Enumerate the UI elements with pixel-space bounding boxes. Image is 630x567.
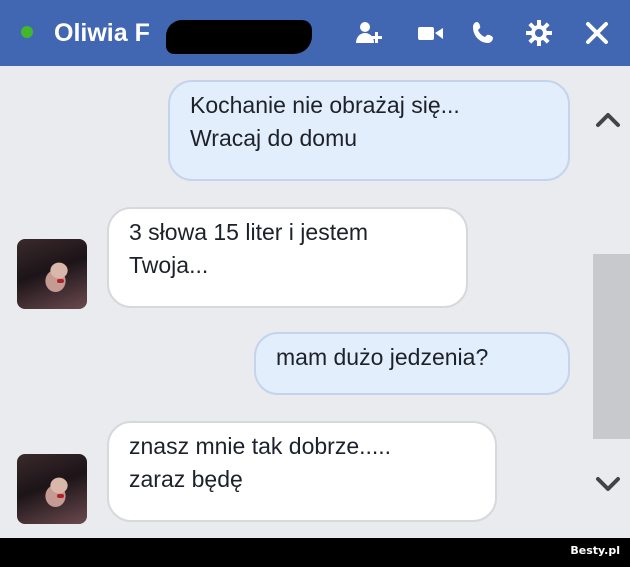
watermark-logo: Besty.pl <box>570 544 620 557</box>
message-list[interactable]: Kochanie nie obrażaj się... Wracaj do do… <box>0 66 630 538</box>
message-text: mam dużo jedzenia? <box>276 344 489 370</box>
chevron-down-icon[interactable] <box>588 469 628 499</box>
watermark-bar: Besty.pl <box>0 538 630 567</box>
add-friend-icon[interactable] <box>354 18 384 48</box>
message-text: znasz mnie tak dobrze..... <box>129 433 392 459</box>
message-text: zaraz będę <box>129 466 243 492</box>
chat-header: Oliwia F <box>0 0 630 68</box>
phone-icon[interactable] <box>469 18 499 48</box>
contact-avatar[interactable] <box>17 239 87 309</box>
video-call-icon[interactable] <box>416 18 446 48</box>
message-text: Twoja... <box>129 252 209 278</box>
message-bubble-incoming: 3 słowa 15 liter i jestem Twoja... <box>107 207 468 308</box>
online-status-indicator <box>21 26 33 38</box>
message-text: 3 słowa 15 liter i jestem <box>129 219 369 245</box>
contact-name[interactable]: Oliwia F <box>54 18 150 48</box>
name-redaction-scribble <box>166 20 312 54</box>
contact-avatar[interactable] <box>17 454 87 524</box>
message-text: Kochanie nie obrażaj się... <box>190 92 460 118</box>
message-bubble-incoming: znasz mnie tak dobrze..... zaraz będę <box>107 421 497 522</box>
message-text: Wracaj do domu <box>190 125 358 151</box>
close-icon[interactable] <box>582 18 612 48</box>
scrollbar-thumb[interactable] <box>593 254 630 439</box>
chevron-up-icon[interactable] <box>588 104 628 134</box>
message-bubble-outgoing: Kochanie nie obrażaj się... Wracaj do do… <box>168 80 570 181</box>
message-bubble-outgoing: mam dużo jedzenia? <box>254 332 570 395</box>
settings-icon[interactable] <box>524 18 554 48</box>
